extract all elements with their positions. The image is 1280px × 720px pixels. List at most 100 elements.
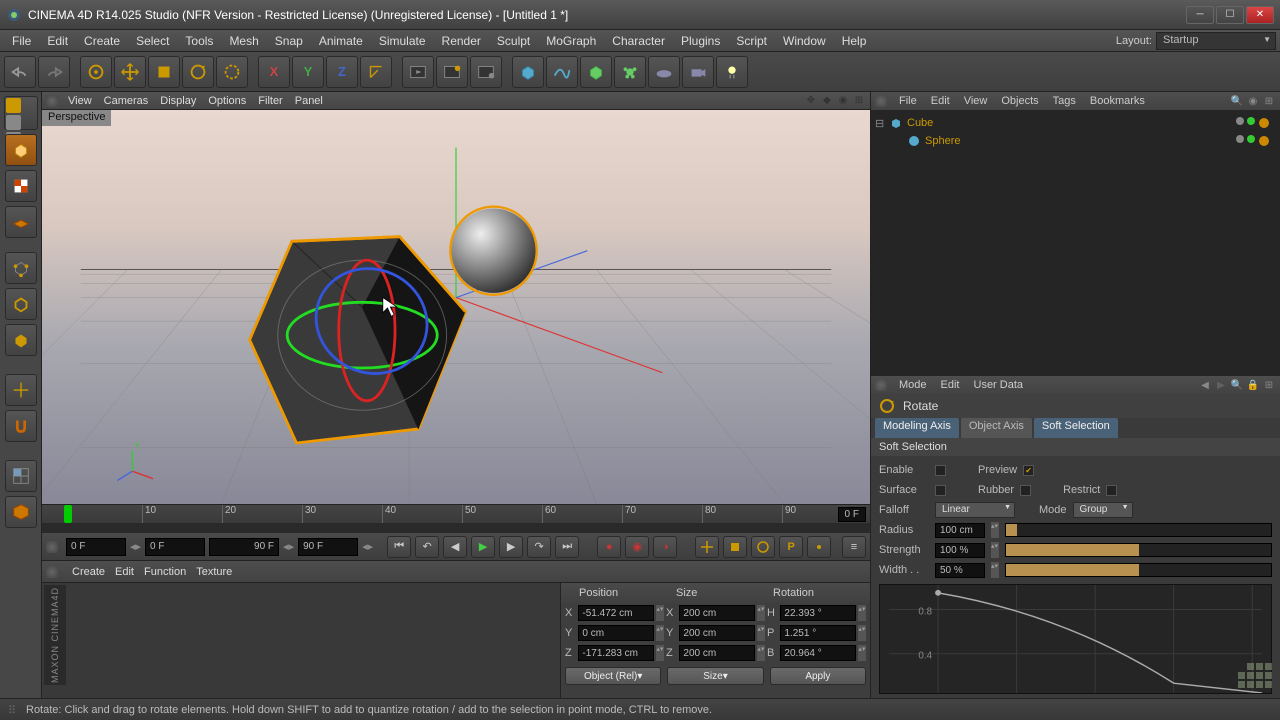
surface-checkbox[interactable] [935, 485, 946, 496]
menu-simulate[interactable]: Simulate [371, 32, 434, 50]
rot-p-input[interactable] [780, 625, 856, 641]
menu-render[interactable]: Render [434, 32, 489, 50]
obj-menu-objects[interactable]: Objects [995, 95, 1044, 107]
obj-menu-view[interactable]: View [958, 95, 994, 107]
object-tree[interactable]: ⊟ Cube └ Sphere [871, 110, 1280, 376]
tree-row-sphere[interactable]: └ Sphere [875, 132, 1276, 150]
vp-menu-display[interactable]: Display [154, 95, 202, 107]
pos-x-input[interactable] [578, 605, 654, 621]
falloff-curve[interactable]: 0.8 0.4 [879, 584, 1272, 694]
goto-end-button[interactable]: ⏭ [555, 536, 579, 558]
menu-window[interactable]: Window [775, 32, 834, 50]
light-button[interactable] [716, 56, 748, 88]
key-rot-button[interactable] [751, 536, 775, 558]
timeline[interactable]: 10 20 30 40 50 60 70 80 90 0 F [42, 504, 870, 532]
render-settings-button[interactable] [470, 56, 502, 88]
menu-mograph[interactable]: MoGraph [538, 32, 604, 50]
edges-mode-button[interactable] [5, 288, 37, 320]
key-pla-button[interactable] [807, 536, 831, 558]
tab-object-axis[interactable]: Object Axis [961, 418, 1032, 438]
camera-button[interactable] [682, 56, 714, 88]
key-scale-button[interactable] [723, 536, 747, 558]
vp-menu-cameras[interactable]: Cameras [98, 95, 155, 107]
key-param-button[interactable]: P [779, 536, 803, 558]
z-axis-button[interactable]: Z [326, 56, 358, 88]
obj-menu-edit[interactable]: Edit [925, 95, 956, 107]
deformer-button[interactable] [614, 56, 646, 88]
menu-script[interactable]: Script [728, 32, 775, 50]
render-view-button[interactable] [402, 56, 434, 88]
start-frame-input[interactable] [66, 538, 126, 556]
end-frame-input[interactable] [298, 538, 358, 556]
visibility-dot-icon[interactable] [1236, 135, 1244, 143]
mat-menu-edit[interactable]: Edit [115, 566, 134, 578]
attr-menu-userdata[interactable]: User Data [968, 379, 1030, 391]
strength-slider[interactable] [1005, 543, 1272, 557]
play-button[interactable]: ▶ [471, 536, 495, 558]
keyframe-sel-button[interactable]: ◑ [653, 536, 677, 558]
menu-plugins[interactable]: Plugins [673, 32, 728, 50]
rubber-checkbox[interactable] [1020, 485, 1031, 496]
next-key-button[interactable]: ↷ [527, 536, 551, 558]
menu-create[interactable]: Create [76, 32, 128, 50]
viewport-solo-button[interactable] [5, 460, 37, 492]
width-input[interactable] [935, 563, 985, 578]
axis-button[interactable] [5, 374, 37, 406]
panel-grip-icon[interactable] [46, 95, 58, 107]
preview-end-input[interactable] [209, 538, 279, 556]
panel-menu-icon[interactable]: ⊞ [1262, 378, 1276, 392]
polygons-mode-button[interactable] [5, 324, 37, 356]
record-button[interactable]: ● [597, 536, 621, 558]
pos-z-input[interactable] [578, 645, 654, 661]
panel-grip-icon[interactable] [875, 379, 887, 391]
vp-max-icon[interactable]: ⊞ [852, 94, 866, 108]
make-editable-button[interactable] [4, 96, 38, 130]
search-icon[interactable]: 🔍 [1230, 94, 1244, 108]
menu-select[interactable]: Select [128, 32, 177, 50]
maximize-button[interactable]: ☐ [1216, 6, 1244, 24]
move-tool[interactable] [114, 56, 146, 88]
obj-menu-bookmarks[interactable]: Bookmarks [1084, 95, 1151, 107]
tab-soft-selection[interactable]: Soft Selection [1034, 418, 1118, 438]
mode-combo[interactable]: Group [1073, 502, 1133, 518]
apply-button[interactable]: Apply [770, 667, 866, 685]
goto-start-button[interactable]: ⏮ [387, 536, 411, 558]
tree-row-cube[interactable]: ⊟ Cube [875, 114, 1276, 132]
redo-button[interactable] [38, 56, 70, 88]
menu-sculpt[interactable]: Sculpt [489, 32, 538, 50]
obj-menu-tags[interactable]: Tags [1047, 95, 1082, 107]
preview-start-input[interactable] [145, 538, 205, 556]
menu-edit[interactable]: Edit [39, 32, 76, 50]
mat-menu-create[interactable]: Create [72, 566, 105, 578]
nav-fwd-icon[interactable]: ▶ [1214, 378, 1228, 392]
size-y-input[interactable] [679, 625, 755, 641]
tab-modeling-axis[interactable]: Modeling Axis [875, 418, 959, 438]
size-x-input[interactable] [679, 605, 755, 621]
strength-input[interactable] [935, 543, 985, 558]
select-tool[interactable] [80, 56, 112, 88]
rot-h-input[interactable] [780, 605, 856, 621]
scale-tool[interactable] [148, 56, 180, 88]
obj-menu-file[interactable]: File [893, 95, 923, 107]
object-mode-combo[interactable]: Object (Rel) ▾ [565, 667, 661, 685]
workplane-button[interactable] [5, 206, 37, 238]
primitive-button[interactable] [512, 56, 544, 88]
vp-orbit-icon[interactable]: ◉ [836, 94, 850, 108]
width-slider[interactable] [1005, 563, 1272, 577]
viewport[interactable]: Perspective [42, 110, 870, 504]
menu-tools[interactable]: Tools [177, 32, 221, 50]
y-axis-button[interactable]: Y [292, 56, 324, 88]
enable-checkbox[interactable] [935, 465, 946, 476]
panel-grip-icon[interactable] [46, 566, 58, 578]
menu-help[interactable]: Help [834, 32, 875, 50]
mat-menu-texture[interactable]: Texture [196, 566, 232, 578]
viewport-split-button[interactable] [5, 496, 37, 528]
size-z-input[interactable] [679, 645, 755, 661]
undo-button[interactable] [4, 56, 36, 88]
next-frame-button[interactable]: ▶ [499, 536, 523, 558]
phong-tag-icon[interactable] [1258, 135, 1270, 147]
autokey-button[interactable]: ◉ [625, 536, 649, 558]
playhead[interactable] [64, 505, 72, 523]
key-pos-button[interactable] [695, 536, 719, 558]
lock-icon[interactable]: 🔒 [1246, 378, 1260, 392]
